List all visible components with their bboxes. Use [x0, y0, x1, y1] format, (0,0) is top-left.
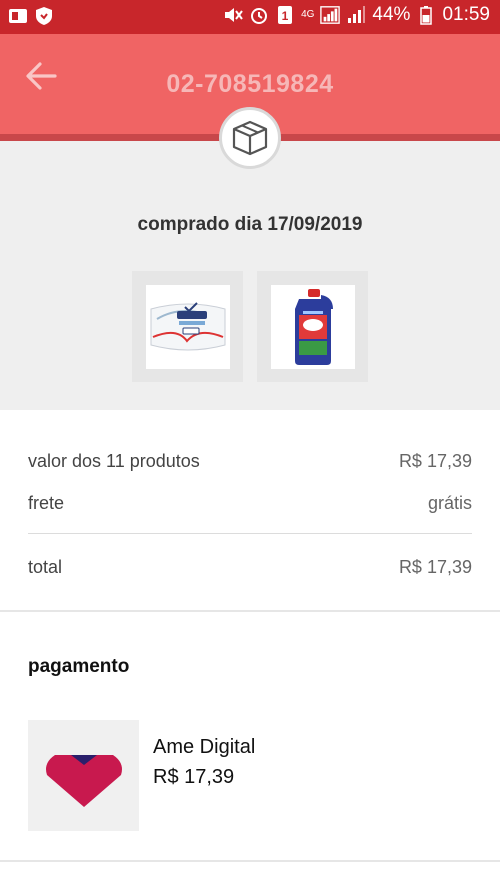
values-divider — [28, 533, 472, 534]
section-separator — [0, 610, 500, 612]
order-box-badge — [219, 107, 281, 169]
signal-2-icon — [346, 5, 366, 25]
products-value-row: valor dos 11 produtos R$ 17,39 — [28, 451, 472, 472]
shipping-label: frete — [28, 493, 65, 513]
order-number: 02-708519824 — [166, 70, 334, 98]
payment-heading: pagamento — [28, 656, 130, 677]
signal-1-icon — [320, 5, 341, 25]
total-value: R$ 17,39 — [398, 557, 472, 577]
sim-slot-icon: 1 — [275, 5, 295, 25]
sim-slot-number: 1 — [282, 9, 289, 23]
network-type: 4G — [301, 9, 315, 20]
detergent-product-image — [294, 288, 333, 365]
payment-method-logo — [28, 720, 139, 831]
order-summary — [0, 141, 500, 410]
clock: 01:59 — [442, 4, 490, 25]
total-row: total R$ 17,39 — [28, 557, 472, 578]
total-label: total — [28, 557, 63, 577]
section-separator — [0, 860, 500, 862]
ame-digital-logo — [45, 754, 122, 807]
mute-icon — [223, 5, 243, 25]
battery-percent: 44% — [372, 4, 411, 25]
sim-card-icon — [8, 6, 28, 26]
box-icon — [232, 120, 268, 156]
shield-icon — [34, 6, 54, 26]
soap-product-image — [150, 301, 225, 350]
product-thumbnail[interactable] — [132, 271, 243, 382]
shipping-value: grátis — [427, 493, 472, 513]
purchase-date: comprado dia 17/09/2019 — [137, 214, 363, 235]
status-bar: 1 4G 44% 01:59 — [0, 0, 500, 34]
battery-icon — [416, 5, 436, 25]
shipping-row: frete grátis — [28, 493, 472, 514]
payment-amount: R$ 17,39 — [153, 766, 235, 788]
payment-method-name: Ame Digital — [153, 736, 256, 758]
alarm-icon — [249, 5, 269, 25]
product-thumbnail[interactable] — [257, 271, 368, 382]
products-value-amount: R$ 17,39 — [398, 451, 472, 471]
products-value-label: valor dos 11 produtos — [28, 451, 200, 471]
